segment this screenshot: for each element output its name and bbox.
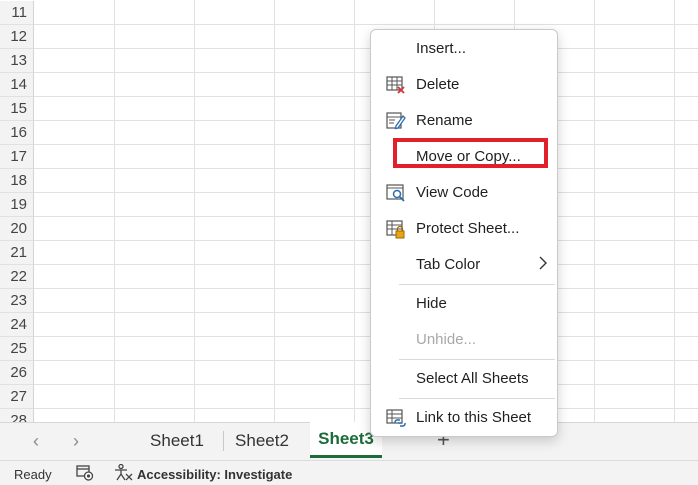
row-header[interactable]: 21: [0, 241, 34, 265]
grid-row-line: [34, 96, 698, 97]
previous-sheet-arrow-icon[interactable]: ‹: [27, 432, 45, 450]
grid-row-line: [34, 264, 698, 265]
menu-item-label: Unhide...: [416, 331, 477, 348]
row-header[interactable]: 24: [0, 313, 34, 337]
chevron-right-icon: [538, 256, 548, 274]
delete-sheet-icon: [386, 75, 406, 95]
sheet-context-menu: Insert... Delete Rename Move or Copy...: [370, 29, 558, 437]
menu-separator: [399, 359, 555, 360]
row-header[interactable]: 27: [0, 385, 34, 409]
row-header[interactable]: 26: [0, 361, 34, 385]
menu-item-hide[interactable]: Hide: [371, 289, 557, 319]
grid-column-line: [594, 0, 595, 422]
row-header[interactable]: 19: [0, 193, 34, 217]
grid-row-line: [34, 408, 698, 409]
grid-column-line: [274, 0, 275, 422]
row-header[interactable]: 15: [0, 97, 34, 121]
row-header[interactable]: 18: [0, 169, 34, 193]
grid-row-line: [34, 288, 698, 289]
menu-separator: [399, 398, 555, 399]
row-header[interactable]: 20: [0, 217, 34, 241]
grid-column-line: [194, 0, 195, 422]
highlight-annotation-box: [393, 138, 548, 168]
menu-item-view-code[interactable]: View Code: [371, 178, 557, 208]
link-sheet-icon: [386, 408, 406, 428]
grid-row-line: [34, 120, 698, 121]
row-header[interactable]: 12: [0, 25, 34, 49]
grid-row-line: [34, 168, 698, 169]
sheet-tab-bar: ‹ › Sheet1 Sheet2 Sheet3 +: [0, 422, 698, 460]
status-bar: Ready Accessibility: Investigate: [0, 460, 698, 485]
menu-item-unhide: Unhide...: [371, 325, 557, 355]
next-sheet-arrow-icon[interactable]: ›: [67, 432, 85, 450]
menu-item-rename[interactable]: Rename: [371, 106, 557, 136]
view-code-icon: [386, 183, 406, 203]
menu-item-label: Hide: [416, 295, 447, 312]
menu-item-insert[interactable]: Insert...: [371, 34, 557, 64]
protect-sheet-icon: [386, 219, 406, 239]
sheet-tab-sheet1[interactable]: Sheet1: [140, 423, 214, 459]
row-header[interactable]: 17: [0, 145, 34, 169]
grid-row-line: [34, 192, 698, 193]
grid-row-line: [34, 384, 698, 385]
grid-row-line: [34, 336, 698, 337]
menu-item-label: Link to this Sheet: [416, 409, 532, 426]
menu-item-tab-color[interactable]: Tab Color: [371, 250, 557, 280]
row-header[interactable]: 11: [0, 1, 34, 25]
menu-item-label: Select All Sheets: [416, 370, 529, 387]
grid-row-line: [34, 48, 698, 49]
sheet-tab-sheet2[interactable]: Sheet2: [226, 423, 298, 459]
grid-column-line: [674, 0, 675, 422]
menu-item-select-all-sheets[interactable]: Select All Sheets: [371, 364, 557, 394]
worksheet-grid[interactable]: 11 12 13 14 15 16 17 18 19 20 21 22 23 24 25 26 27 28: [0, 0, 698, 422]
accessibility-icon[interactable]: [113, 463, 133, 482]
menu-item-label: Tab Color: [416, 256, 481, 273]
menu-item-protect-sheet[interactable]: Protect Sheet...: [371, 214, 557, 244]
menu-item-delete[interactable]: Delete: [371, 70, 557, 100]
grid-column-line: [114, 0, 115, 422]
menu-item-label: Protect Sheet...: [416, 220, 520, 237]
status-ready-text: Ready: [14, 467, 52, 482]
grid-row-line: [34, 360, 698, 361]
macro-recording-icon[interactable]: [76, 465, 94, 481]
grid-row-line: [34, 72, 698, 73]
row-header[interactable]: 14: [0, 73, 34, 97]
grid-row-line: [34, 216, 698, 217]
grid-row-line: [34, 240, 698, 241]
grid-column-line: [354, 0, 355, 422]
grid-row-line: [34, 144, 698, 145]
menu-separator: [399, 284, 555, 285]
tab-separator: [223, 431, 224, 451]
grid-row-line: [34, 24, 698, 25]
row-header[interactable]: 16: [0, 121, 34, 145]
grid-row-line: [34, 312, 698, 313]
menu-item-link-to-sheet[interactable]: Link to this Sheet: [371, 403, 557, 433]
rename-sheet-icon: [386, 111, 406, 131]
row-header[interactable]: 13: [0, 49, 34, 73]
menu-item-label: Insert...: [416, 40, 467, 57]
row-header[interactable]: 28: [0, 409, 34, 422]
menu-item-label: Rename: [416, 112, 473, 129]
menu-item-label: Delete: [416, 76, 460, 93]
row-header[interactable]: 25: [0, 337, 34, 361]
menu-item-label: View Code: [416, 184, 489, 201]
row-header[interactable]: 23: [0, 289, 34, 313]
accessibility-status[interactable]: Accessibility: Investigate: [137, 467, 292, 482]
row-header[interactable]: 22: [0, 265, 34, 289]
